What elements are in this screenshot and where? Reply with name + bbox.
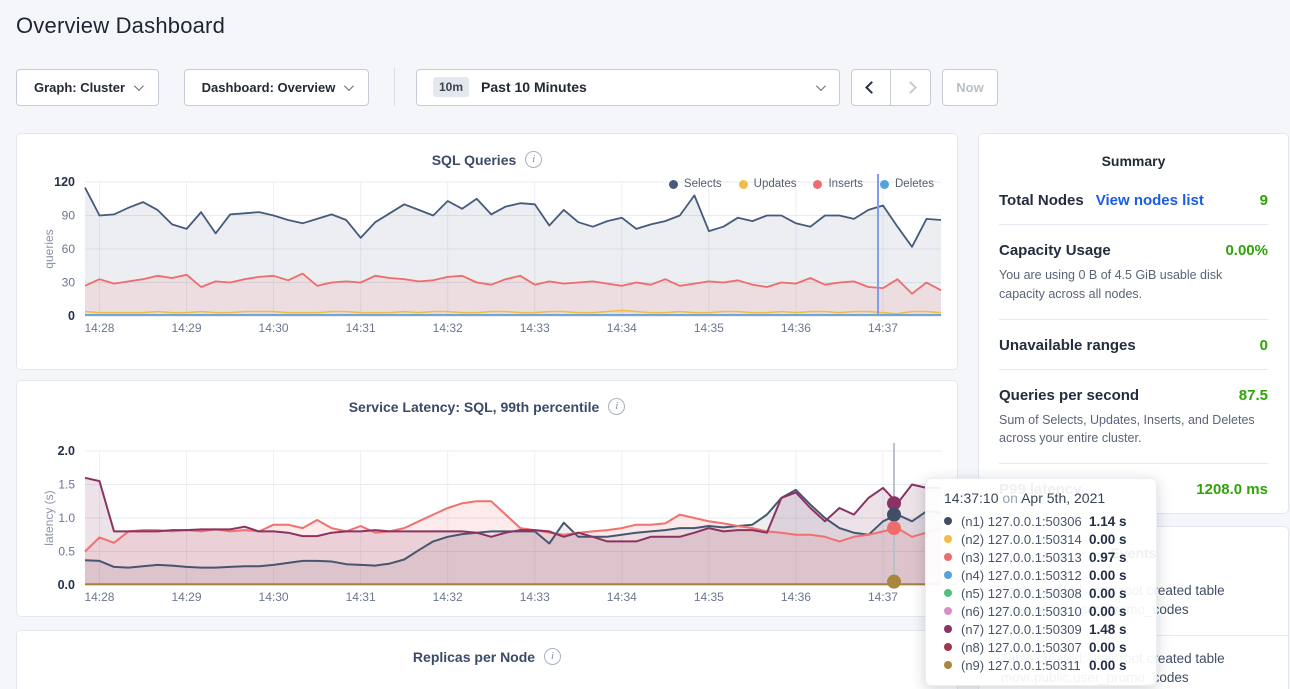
time-now-button[interactable]: Now bbox=[942, 69, 998, 106]
capacity-subtext: You are using 0 B of 4.5 GiB usable disk… bbox=[999, 266, 1268, 304]
deletes-dot-icon bbox=[880, 180, 889, 189]
svg-text:0.0: 0.0 bbox=[58, 578, 75, 592]
svg-text:14:34: 14:34 bbox=[607, 590, 637, 604]
info-icon[interactable]: i bbox=[608, 398, 625, 415]
svg-text:14:32: 14:32 bbox=[433, 590, 463, 604]
summary-title: Summary bbox=[999, 134, 1268, 175]
svg-text:14:30: 14:30 bbox=[259, 321, 289, 335]
legend-item-deletes[interactable]: Deletes bbox=[880, 178, 934, 190]
unavailable-ranges-value: 0 bbox=[1260, 337, 1268, 354]
page-title: Overview Dashboard bbox=[16, 13, 225, 39]
view-nodes-list-link[interactable]: View nodes list bbox=[1096, 192, 1204, 209]
replicas-per-node-title: Replicas per Node bbox=[413, 649, 535, 665]
svg-text:14:37: 14:37 bbox=[868, 321, 898, 335]
service-latency-chart[interactable]: 0.0 0.5 1.0 1.5 2.0 14:28 14:29 14:30 14:31 14:32… bbox=[17, 441, 957, 611]
legend-item-inserts[interactable]: Inserts bbox=[813, 178, 863, 190]
legend-item-updates[interactable]: Updates bbox=[739, 178, 797, 190]
svg-text:14:36: 14:36 bbox=[781, 321, 811, 335]
info-icon[interactable]: i bbox=[525, 151, 542, 168]
overview-dashboard-page: Overview Dashboard Graph: Cluster Dashbo… bbox=[0, 0, 1290, 689]
chevron-down-icon bbox=[344, 81, 354, 91]
updates-dot-icon bbox=[739, 180, 748, 189]
svg-text:14:33: 14:33 bbox=[520, 321, 550, 335]
svg-text:14:31: 14:31 bbox=[346, 321, 376, 335]
svg-text:0: 0 bbox=[68, 309, 75, 323]
svg-text:120: 120 bbox=[54, 175, 75, 189]
svg-text:14:37: 14:37 bbox=[868, 590, 898, 604]
selects-dot-icon bbox=[669, 180, 678, 189]
svg-text:2.0: 2.0 bbox=[58, 444, 75, 458]
svg-text:14:33: 14:33 bbox=[520, 590, 550, 604]
service-latency-panel: Service Latency: SQL, 99th percentile i … bbox=[16, 380, 958, 617]
time-range-label: Past 10 Minutes bbox=[481, 79, 587, 95]
svg-text:14:29: 14:29 bbox=[172, 590, 202, 604]
summary-row-capacity: Capacity Usage 0.00% You are using 0 B o… bbox=[999, 225, 1268, 320]
svg-text:30: 30 bbox=[62, 276, 76, 290]
svg-text:14:29: 14:29 bbox=[172, 321, 202, 335]
summary-row-p99-latency: P99 latency 1208.0 ms bbox=[999, 464, 1268, 513]
time-range-badge: 10m bbox=[433, 77, 469, 97]
chevron-left-icon bbox=[865, 81, 878, 94]
summary-row-qps: Queries per second 87.5 Sum of Selects, … bbox=[999, 370, 1268, 465]
events-title: Events bbox=[979, 527, 1288, 575]
svg-text:14:28: 14:28 bbox=[84, 321, 114, 335]
chevron-down-icon bbox=[816, 81, 826, 91]
svg-text:14:35: 14:35 bbox=[694, 321, 724, 335]
dashboard-selector-label: Dashboard: Overview bbox=[202, 80, 336, 95]
inserts-dot-icon bbox=[813, 180, 822, 189]
svg-text:1.5: 1.5 bbox=[58, 478, 75, 492]
summary-row-unavailable-ranges: Unavailable ranges 0 bbox=[999, 320, 1268, 370]
svg-text:14:32: 14:32 bbox=[433, 321, 463, 335]
time-next-button[interactable] bbox=[891, 69, 931, 106]
sql-queries-panel: SQL Queries i Selects Updates Inserts bbox=[16, 133, 958, 370]
chevron-right-icon bbox=[904, 81, 917, 94]
time-prev-button[interactable] bbox=[851, 69, 891, 106]
svg-text:60: 60 bbox=[62, 242, 76, 256]
graph-selector-label: Graph: Cluster bbox=[34, 80, 125, 95]
graph-selector-dropdown[interactable]: Graph: Cluster bbox=[16, 69, 159, 106]
chevron-down-icon bbox=[134, 81, 144, 91]
dashboard-controls: Graph: Cluster Dashboard: Overview 10m P… bbox=[16, 68, 998, 106]
summary-panel: Summary Total Nodes View nodes list 9 Ca… bbox=[978, 133, 1289, 514]
total-nodes-value: 9 bbox=[1260, 192, 1268, 209]
summary-row-total-nodes: Total Nodes View nodes list 9 bbox=[999, 175, 1268, 225]
sql-queries-chart[interactable]: 0 30 60 90 120 14:28 14:29 14:30 14:31 14:32 14:33… bbox=[17, 172, 957, 342]
replicas-per-node-panel: Replicas per Node i bbox=[16, 630, 958, 689]
p99-latency-value: 1208.0 ms bbox=[1196, 481, 1268, 498]
svg-text:0.5: 0.5 bbox=[58, 545, 75, 559]
capacity-value: 0.00% bbox=[1225, 242, 1268, 259]
time-range-picker[interactable]: 10m Past 10 Minutes bbox=[416, 69, 840, 106]
qps-value: 87.5 bbox=[1239, 387, 1268, 404]
svg-text:14:31: 14:31 bbox=[346, 590, 376, 604]
list-item: Table created: user root created table m… bbox=[979, 635, 1288, 689]
legend-item-selects[interactable]: Selects bbox=[669, 178, 722, 190]
time-nav-group bbox=[851, 69, 931, 106]
svg-text:latency (s): latency (s) bbox=[42, 490, 56, 545]
svg-text:14:34: 14:34 bbox=[607, 321, 637, 335]
dashboard-selector-dropdown[interactable]: Dashboard: Overview bbox=[184, 69, 369, 106]
service-latency-title: Service Latency: SQL, 99th percentile bbox=[349, 399, 600, 415]
qps-subtext: Sum of Selects, Updates, Inserts, and De… bbox=[999, 411, 1268, 449]
controls-divider bbox=[394, 68, 395, 106]
sql-queries-legend: Selects Updates Inserts Deletes bbox=[669, 178, 934, 190]
svg-text:90: 90 bbox=[62, 209, 76, 223]
svg-text:14:28: 14:28 bbox=[84, 590, 114, 604]
sql-queries-title: SQL Queries bbox=[432, 152, 517, 168]
info-icon[interactable]: i bbox=[544, 648, 561, 665]
events-panel: Events Table created: user root created … bbox=[978, 526, 1289, 689]
svg-text:1.0: 1.0 bbox=[58, 511, 75, 525]
svg-text:queries: queries bbox=[42, 229, 56, 268]
svg-text:14:35: 14:35 bbox=[694, 590, 724, 604]
list-item: Table created: user root created table m… bbox=[979, 575, 1288, 635]
svg-text:14:30: 14:30 bbox=[259, 590, 289, 604]
svg-text:14:36: 14:36 bbox=[781, 590, 811, 604]
